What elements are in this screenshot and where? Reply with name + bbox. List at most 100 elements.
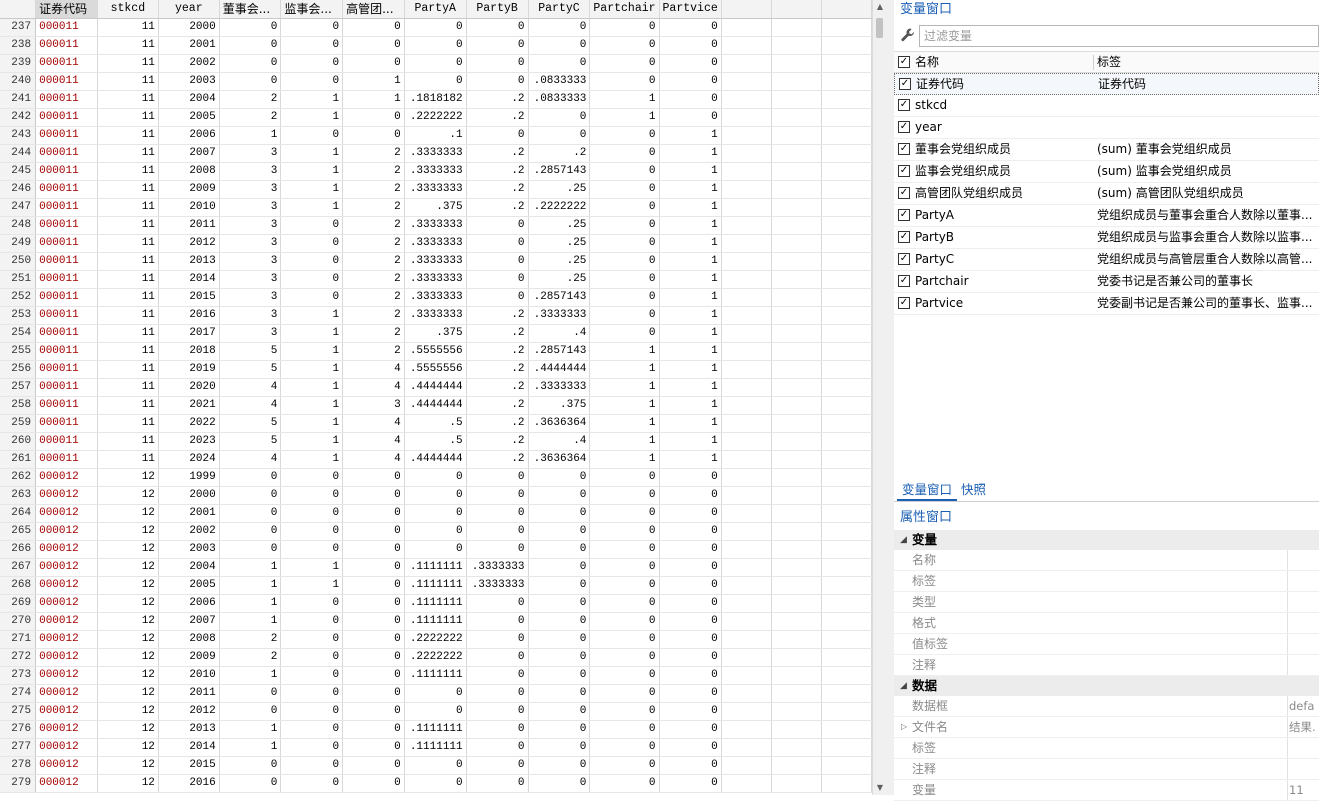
table-cell[interactable]: 2 bbox=[342, 216, 405, 235]
table-cell[interactable]: 11 bbox=[97, 360, 159, 379]
table-cell[interactable]: 0 bbox=[528, 576, 591, 595]
data-grid[interactable]: 证券代码 stkcd year 董事会... 监事会... 高管团... PartyA Par… bbox=[0, 0, 872, 795]
table-cell[interactable]: 0 bbox=[659, 774, 722, 793]
table-row[interactable]: 253 000011 11 2016 3 1 2.3333333.2.3333333 0 1 bbox=[0, 306, 872, 325]
table-cell[interactable]: 0 bbox=[219, 540, 282, 559]
empty-cell[interactable] bbox=[821, 90, 872, 109]
table-cell[interactable]: 0 bbox=[404, 522, 467, 541]
table-cell[interactable]: 0 bbox=[466, 468, 529, 487]
table-cell[interactable]: 000011 bbox=[35, 198, 98, 217]
table-cell[interactable]: 1 bbox=[659, 126, 722, 145]
table-cell[interactable]: 3 bbox=[219, 324, 282, 343]
variable-row[interactable]: ✓ 证券代码 证券代码 bbox=[894, 73, 1319, 95]
table-cell[interactable]: 0 bbox=[219, 504, 282, 523]
table-cell[interactable]: 000011 bbox=[35, 270, 98, 289]
table-cell[interactable]: 0 bbox=[280, 540, 344, 559]
empty-cell[interactable] bbox=[771, 288, 822, 307]
empty-cell[interactable] bbox=[821, 108, 872, 127]
table-cell[interactable]: 12 bbox=[97, 630, 159, 649]
table-cell[interactable]: 2 bbox=[219, 90, 282, 109]
empty-cell[interactable] bbox=[771, 576, 822, 595]
table-cell[interactable]: 0 bbox=[280, 504, 344, 523]
table-cell[interactable]: 0 bbox=[404, 72, 467, 91]
empty-cell[interactable] bbox=[721, 504, 772, 523]
table-cell[interactable]: .2857143 bbox=[528, 162, 591, 181]
table-cell[interactable]: 0 bbox=[219, 54, 282, 73]
table-cell[interactable]: 0 bbox=[342, 684, 405, 703]
table-cell[interactable]: 2011 bbox=[158, 684, 220, 703]
table-cell[interactable]: 4 bbox=[342, 360, 405, 379]
table-cell[interactable]: 0 bbox=[219, 468, 282, 487]
table-cell[interactable]: 2018 bbox=[158, 342, 220, 361]
row-number[interactable]: 252 bbox=[0, 288, 37, 307]
table-row[interactable]: 258 000011 11 2021 4 1 3.4444444.2.375 1 1 bbox=[0, 396, 872, 415]
table-cell[interactable]: 0 bbox=[280, 666, 344, 685]
table-cell[interactable]: 0 bbox=[466, 756, 529, 775]
row-number[interactable]: 272 bbox=[0, 648, 37, 667]
table-cell[interactable]: 0 bbox=[589, 144, 660, 163]
empty-cell[interactable] bbox=[821, 288, 872, 307]
table-cell[interactable]: 0 bbox=[659, 756, 722, 775]
table-cell[interactable]: 5 bbox=[219, 342, 282, 361]
table-cell[interactable]: 000012 bbox=[35, 648, 98, 667]
row-number[interactable]: 251 bbox=[0, 270, 37, 289]
table-cell[interactable]: 1 bbox=[589, 396, 660, 415]
table-cell[interactable]: 0 bbox=[342, 720, 405, 739]
table-cell[interactable]: 0 bbox=[659, 540, 722, 559]
empty-cell[interactable] bbox=[821, 72, 872, 91]
table-cell[interactable]: 0 bbox=[280, 18, 344, 37]
row-number[interactable]: 276 bbox=[0, 720, 37, 739]
empty-cell[interactable] bbox=[721, 342, 772, 361]
row-number[interactable]: 248 bbox=[0, 216, 37, 235]
table-cell[interactable]: 1 bbox=[280, 432, 344, 451]
table-cell[interactable]: 4 bbox=[342, 378, 405, 397]
column-header[interactable]: year bbox=[158, 0, 220, 19]
table-cell[interactable]: 000012 bbox=[35, 594, 98, 613]
table-cell[interactable]: 12 bbox=[97, 594, 159, 613]
table-cell[interactable]: .2 bbox=[466, 342, 529, 361]
table-cell[interactable]: 000011 bbox=[35, 180, 98, 199]
table-row[interactable]: 263 000012 12 2000 0 0 0 0 0 0 0 0 bbox=[0, 486, 872, 505]
empty-cell[interactable] bbox=[821, 504, 872, 523]
table-cell[interactable]: .2 bbox=[466, 360, 529, 379]
table-cell[interactable]: 1 bbox=[589, 342, 660, 361]
table-row[interactable]: 262 000012 12 1999 0 0 0 0 0 0 0 0 bbox=[0, 468, 872, 487]
table-cell[interactable]: 2007 bbox=[158, 612, 220, 631]
empty-cell[interactable] bbox=[721, 540, 772, 559]
table-cell[interactable]: 0 bbox=[589, 756, 660, 775]
table-cell[interactable]: 12 bbox=[97, 612, 159, 631]
property-row[interactable]: 格式 bbox=[894, 613, 1319, 634]
table-cell[interactable]: 2001 bbox=[158, 504, 220, 523]
variable-row[interactable]: ✓ 监事会党组织成员 (sum) 监事会党组织成员 bbox=[894, 161, 1319, 183]
row-number[interactable]: 240 bbox=[0, 72, 37, 91]
table-cell[interactable]: 0 bbox=[589, 162, 660, 181]
table-cell[interactable]: 0 bbox=[466, 630, 529, 649]
table-cell[interactable]: 000011 bbox=[35, 360, 98, 379]
table-cell[interactable]: 0 bbox=[342, 468, 405, 487]
column-header[interactable]: PartyB bbox=[466, 0, 529, 19]
property-value[interactable]: 11 bbox=[1289, 780, 1319, 800]
table-cell[interactable]: .2 bbox=[466, 306, 529, 325]
table-cell[interactable]: 1 bbox=[659, 234, 722, 253]
table-cell[interactable]: 0 bbox=[219, 684, 282, 703]
row-number[interactable]: 242 bbox=[0, 108, 37, 127]
column-header[interactable]: 董事会... bbox=[219, 0, 282, 19]
table-row[interactable]: 246 000011 11 2009 3 1 2.3333333.2.25 0 1 bbox=[0, 180, 872, 199]
table-cell[interactable]: 0 bbox=[659, 468, 722, 487]
scroll-thumb[interactable] bbox=[876, 18, 883, 38]
table-row[interactable]: 269 000012 12 2006 1 0 0.1111111 0 0 0 0 bbox=[0, 594, 872, 613]
table-cell[interactable]: 1 bbox=[659, 342, 722, 361]
table-cell[interactable]: 0 bbox=[528, 720, 591, 739]
table-cell[interactable]: 2005 bbox=[158, 576, 220, 595]
empty-cell[interactable] bbox=[821, 756, 872, 775]
table-cell[interactable]: 1 bbox=[659, 432, 722, 451]
empty-cell[interactable] bbox=[721, 198, 772, 217]
expand-arrow-icon[interactable]: ▷ bbox=[901, 717, 907, 737]
variable-checkbox[interactable]: ✓ bbox=[898, 143, 910, 155]
table-cell[interactable]: 2023 bbox=[158, 432, 220, 451]
table-cell[interactable]: 0 bbox=[528, 522, 591, 541]
table-cell[interactable]: 0 bbox=[589, 468, 660, 487]
table-cell[interactable]: 0 bbox=[528, 630, 591, 649]
table-cell[interactable]: 0 bbox=[659, 90, 722, 109]
column-header[interactable]: Partchair bbox=[589, 0, 660, 19]
